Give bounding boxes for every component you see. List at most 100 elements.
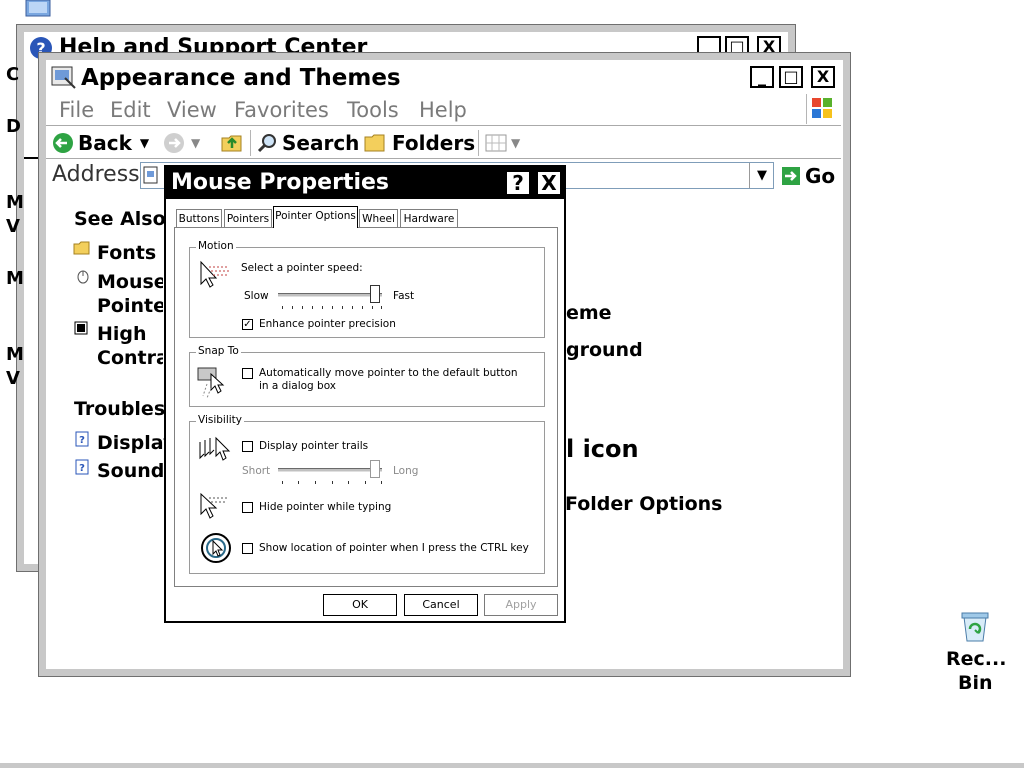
toolbar-separator	[250, 130, 251, 156]
desktop-computer-icon[interactable]	[24, 0, 54, 20]
show-location-checkbox[interactable]	[242, 543, 253, 554]
back-label: Back	[78, 131, 132, 155]
snap-to-text: Automatically move pointer to the defaul…	[259, 367, 518, 392]
tab-pointers[interactable]: Pointers	[224, 209, 272, 227]
show-location-label: Show location of pointer when I press th…	[259, 542, 529, 554]
high-contrast-text: High Contrast	[97, 323, 163, 369]
svg-text:?: ?	[79, 463, 85, 474]
show-location-icon	[201, 533, 231, 563]
hide-pointer-icon	[200, 492, 227, 519]
address-page-icon	[143, 166, 159, 184]
menu-file[interactable]: File	[59, 98, 94, 122]
up-folder-button[interactable]	[220, 130, 244, 154]
control-panel-icon	[51, 64, 77, 90]
toolbar-bottom-line	[46, 158, 841, 159]
back-arrow-icon	[53, 133, 73, 153]
troubleshooter-sound-link[interactable]: Sound	[97, 460, 164, 482]
see-also-mouse-pointers-link[interactable]: Mouse Pointers	[97, 270, 163, 318]
long-label: Long	[393, 465, 419, 477]
mouse-pointers-text: Mouse Pointers	[97, 271, 163, 317]
chevron-down-icon[interactable]: ▼	[191, 136, 200, 150]
toolbar-separator	[478, 130, 479, 156]
svg-text:?: ?	[79, 435, 85, 446]
change-background-link[interactable]: ground	[566, 339, 643, 361]
tab-hardware[interactable]: Hardware	[400, 209, 458, 227]
recycle-bin-icon[interactable]	[958, 609, 992, 643]
recycle-bin-label-line1[interactable]: Rec...	[946, 648, 1006, 670]
chevron-down-icon[interactable]: ▼	[511, 136, 520, 150]
search-button[interactable]: Search	[256, 131, 359, 155]
high-contrast-icon	[74, 320, 88, 335]
search-label: Search	[282, 131, 360, 155]
menu-edit[interactable]: Edit	[110, 98, 151, 122]
views-button[interactable]: ▼	[485, 132, 520, 154]
apply-button[interactable]: Apply	[484, 594, 558, 616]
pointer-options-panel: Motion Select a pointer speed: Slow Fast…	[174, 227, 558, 587]
search-icon	[257, 134, 276, 153]
folders-button[interactable]: Folders	[364, 131, 475, 155]
visibility-group: Visibility Display pointer trails Short …	[189, 414, 545, 574]
back-button[interactable]: Back ▼	[52, 131, 149, 155]
help-topic-icon: ?	[75, 431, 89, 447]
minimize-button[interactable]: _	[750, 66, 774, 88]
see-also-fonts-link[interactable]: Fonts	[97, 242, 156, 264]
speed-slider-thumb[interactable]	[370, 285, 380, 303]
taskbar[interactable]	[0, 763, 1024, 768]
enhance-precision-checkbox[interactable]: ✓	[242, 319, 253, 330]
slow-label: Slow	[244, 290, 269, 302]
snap-to-label: Snap To	[196, 345, 241, 357]
go-label: Go	[805, 164, 836, 188]
help-divider	[24, 157, 38, 159]
fonts-folder-icon	[73, 240, 91, 256]
go-button[interactable]: Go	[781, 164, 836, 188]
cancel-button[interactable]: Cancel	[404, 594, 478, 616]
recycle-bin-label-line2[interactable]: Bin	[958, 672, 993, 694]
windows-logo-icon	[810, 96, 834, 120]
dialog-help-button[interactable]: ?	[506, 171, 530, 195]
hide-pointer-checkbox[interactable]	[242, 502, 253, 513]
speed-slider-ticks	[282, 306, 382, 309]
tab-wheel[interactable]: Wheel	[359, 209, 398, 227]
forward-arrow-icon	[164, 133, 184, 153]
menu-help[interactable]: Help	[419, 98, 467, 122]
visibility-label: Visibility	[196, 414, 245, 426]
trails-slider-track[interactable]	[278, 468, 382, 472]
trails-slider-thumb[interactable]	[370, 460, 380, 478]
snap-to-icon	[197, 367, 225, 399]
speed-label: Select a pointer speed:	[241, 262, 363, 274]
help-side-letter: C	[6, 64, 20, 85]
go-arrow-icon	[782, 167, 800, 185]
address-dropdown-button[interactable]: ▼	[749, 163, 774, 188]
folders-label: Folders	[392, 131, 476, 155]
chevron-down-icon[interactable]: ▼	[140, 136, 149, 150]
menu-tools[interactable]: Tools	[347, 98, 399, 122]
speed-slider-track[interactable]	[278, 293, 382, 297]
mouse-properties-dialog[interactable]: Mouse Properties ? X Buttons Pointers Po…	[164, 165, 566, 623]
motion-label: Motion	[196, 240, 236, 252]
folder-options-link[interactable]: Folder Options	[565, 493, 722, 515]
menu-favorites[interactable]: Favorites	[234, 98, 329, 122]
tab-buttons[interactable]: Buttons	[176, 209, 222, 227]
pointer-trails-checkbox[interactable]	[242, 441, 253, 452]
trails-slider-ticks	[282, 481, 382, 484]
help-side-letter: V	[6, 216, 20, 237]
pointer-trails-icon	[199, 436, 231, 461]
close-button[interactable]: X	[811, 66, 835, 88]
forward-button[interactable]: ▼	[163, 131, 200, 155]
control-panel-icon-heading: l icon	[566, 435, 639, 463]
folder-icon	[364, 134, 385, 152]
ok-button[interactable]: OK	[323, 594, 397, 616]
snap-to-checkbox[interactable]	[242, 368, 253, 379]
tab-pointer-options[interactable]: Pointer Options	[273, 206, 358, 228]
pointer-speed-icon	[200, 260, 229, 288]
change-theme-link[interactable]: eme	[566, 302, 612, 324]
maximize-button[interactable]: □	[779, 66, 803, 88]
dialog-title: Mouse Properties	[171, 170, 390, 195]
menu-view[interactable]: View	[167, 98, 217, 122]
hide-pointer-label: Hide pointer while typing	[259, 501, 392, 513]
dialog-close-button[interactable]: X	[537, 171, 561, 195]
main-window-title: Appearance and Themes	[81, 65, 401, 91]
dialog-titlebar[interactable]: Mouse Properties ? X	[166, 167, 564, 199]
snap-to-group: Snap To Automatically move pointer to th…	[189, 345, 545, 407]
see-also-high-contrast-link[interactable]: High Contrast	[97, 322, 163, 370]
